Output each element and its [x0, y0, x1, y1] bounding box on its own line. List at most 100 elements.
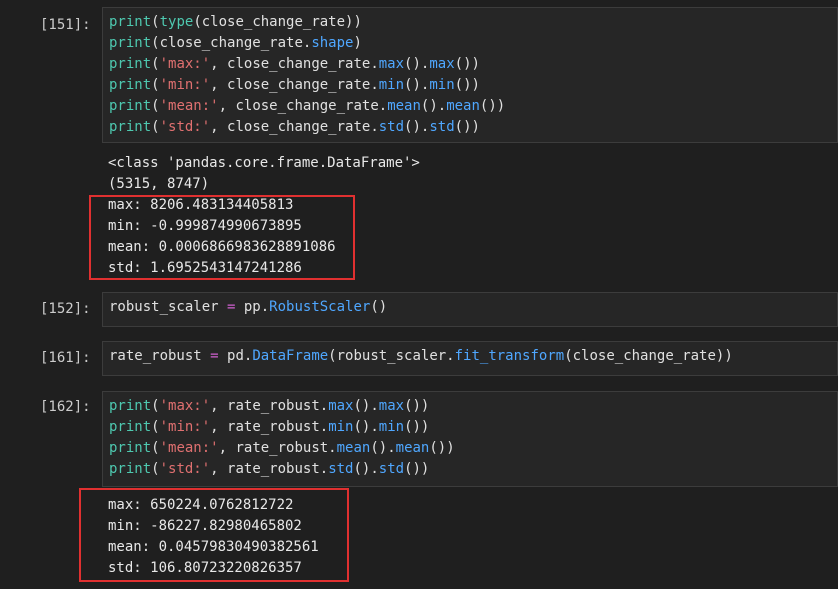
code-line: print('max:', close_change_rate.max().ma…	[109, 54, 831, 75]
cell-prompt: [161]:	[40, 350, 91, 366]
code-token: ().	[353, 398, 379, 414]
code-token: ())	[404, 419, 430, 435]
code-token: (	[151, 119, 160, 135]
code-token: fit_transform	[454, 348, 565, 364]
code-token: pd.	[218, 348, 253, 364]
code-token: print	[109, 419, 152, 435]
code-line: print('mean:', close_change_rate.mean().…	[109, 96, 831, 117]
code-token: (close_change_rate.	[151, 35, 312, 51]
code-token: max	[378, 56, 405, 72]
code-token: print	[109, 461, 152, 477]
code-line: print('max:', rate_robust.max().max())	[109, 396, 831, 417]
code-token: 'min:'	[159, 77, 211, 93]
cell-prompt: [162]:	[40, 399, 91, 415]
code-token: 'mean:'	[159, 440, 219, 456]
code-token: (	[151, 398, 160, 414]
code-token: rate_robust	[109, 348, 211, 364]
code-lines: rate_robust = pd.DataFrame(robust_scaler…	[109, 346, 831, 367]
code-token: ())	[479, 98, 506, 114]
code-token: shape	[311, 35, 354, 51]
code-token: ().	[370, 440, 396, 456]
highlight-box	[89, 195, 355, 280]
code-token: (close_change_rate))	[193, 14, 362, 30]
code-token: std	[378, 461, 405, 477]
code-token: ())	[404, 461, 430, 477]
code-token: print	[109, 440, 152, 456]
code-token: print	[109, 35, 152, 51]
code-editor[interactable]: print(type(close_change_rate)) print(clos…	[102, 7, 838, 143]
code-token: max	[429, 56, 455, 72]
code-token: min	[378, 419, 405, 435]
code-token: ().	[404, 77, 430, 93]
code-token: =	[210, 348, 219, 364]
code-token: , rate_robust.	[210, 419, 329, 435]
code-token: , rate_robust.	[218, 440, 337, 456]
code-token: ().	[404, 56, 430, 72]
code-token: mean	[336, 440, 371, 456]
code-token: ().	[353, 419, 379, 435]
code-token: 'max:'	[159, 398, 211, 414]
code-token: min	[429, 77, 455, 93]
code-token: , close_change_rate.	[218, 98, 388, 114]
code-line: print('min:', rate_robust.min().min())	[109, 417, 831, 438]
code-token: std	[378, 119, 405, 135]
code-token: RobustScaler	[269, 299, 371, 315]
code-line: print(type(close_change_rate))	[109, 12, 831, 33]
code-line: print(close_change_rate.shape)	[109, 33, 831, 54]
code-token: , close_change_rate.	[210, 77, 379, 93]
code-token: 'min:'	[159, 419, 211, 435]
code-line: robust_scaler = pp.RobustScaler()	[109, 297, 831, 318]
code-token: robust_scaler	[109, 299, 228, 315]
cell-prompt: [151]:	[40, 17, 91, 33]
highlight-box	[79, 488, 349, 582]
code-token: std	[429, 119, 455, 135]
code-token: ())	[429, 440, 455, 456]
code-line: print('min:', close_change_rate.min().mi…	[109, 75, 831, 96]
code-editor[interactable]: print('max:', rate_robust.max().max()) pr…	[102, 391, 838, 487]
code-editor[interactable]: rate_robust = pd.DataFrame(robust_scaler…	[102, 341, 838, 376]
code-line: print('std:', rate_robust.std().std())	[109, 459, 831, 480]
code-token: ()	[370, 299, 388, 315]
code-token: )	[353, 35, 362, 51]
code-token: ())	[454, 119, 480, 135]
code-token: , close_change_rate.	[210, 56, 379, 72]
cell-prompt: [152]:	[40, 301, 91, 317]
code-token: (	[151, 461, 160, 477]
code-token: 'std:'	[159, 119, 211, 135]
code-token: max	[328, 398, 354, 414]
code-token: print	[109, 77, 152, 93]
code-token: pp.	[235, 299, 270, 315]
code-token: ())	[454, 56, 480, 72]
code-token: print	[109, 56, 152, 72]
code-token: min	[378, 77, 405, 93]
code-token: min	[328, 419, 354, 435]
code-token: ().	[353, 461, 379, 477]
code-token: (close_change_rate))	[564, 348, 733, 364]
code-editor[interactable]: robust_scaler = pp.RobustScaler()	[102, 292, 838, 327]
code-token: (	[151, 56, 160, 72]
code-token: print	[109, 398, 152, 414]
code-line: print('mean:', rate_robust.mean().mean()…	[109, 438, 831, 459]
code-token: DataFrame	[252, 348, 329, 364]
code-token: 'mean:'	[159, 98, 219, 114]
code-token: (	[151, 77, 160, 93]
code-token: (	[151, 98, 160, 114]
code-token: , rate_robust.	[210, 398, 329, 414]
code-line: rate_robust = pd.DataFrame(robust_scaler…	[109, 346, 831, 367]
code-token: ())	[454, 77, 480, 93]
code-token: (robust_scaler.	[328, 348, 455, 364]
output-line: (5315, 8747)	[108, 176, 210, 192]
code-token: (	[151, 419, 160, 435]
output-line: <class 'pandas.core.frame.DataFrame'>	[108, 155, 420, 171]
code-lines: robust_scaler = pp.RobustScaler()	[109, 297, 831, 318]
code-token: mean	[446, 98, 480, 114]
code-token: (	[151, 440, 160, 456]
code-token: max	[378, 398, 405, 414]
code-token: , close_change_rate.	[210, 119, 379, 135]
code-token: , rate_robust.	[210, 461, 329, 477]
code-token: ().	[420, 98, 447, 114]
code-lines: print(type(close_change_rate)) print(clos…	[109, 12, 831, 138]
code-token: print	[109, 119, 152, 135]
code-token: mean	[395, 440, 430, 456]
code-token: 'max:'	[159, 56, 211, 72]
